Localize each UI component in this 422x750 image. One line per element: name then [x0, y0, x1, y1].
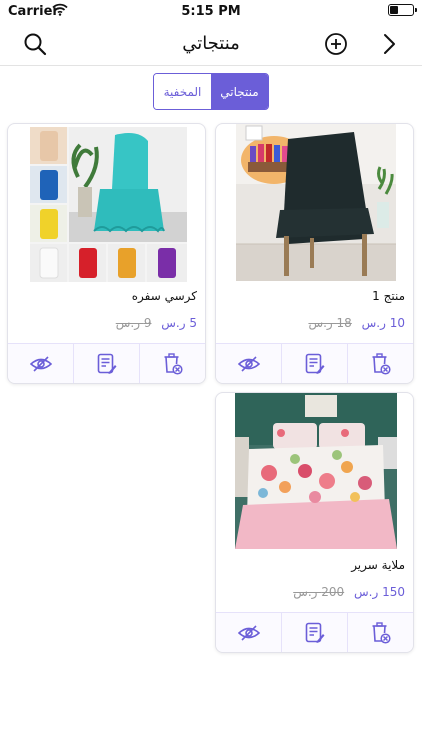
product-image-bed-sheet[interactable] — [235, 393, 397, 549]
battery-icon — [388, 4, 417, 16]
card-actions — [216, 343, 413, 383]
tab-my-products[interactable]: منتجاتي — [211, 74, 268, 109]
old-price: 18 ر.س — [308, 316, 352, 330]
product-card[interactable]: كرسي سفره 5 ر.س 9 ر.س — [7, 123, 206, 384]
delete-icon — [372, 352, 391, 375]
hide-button[interactable] — [8, 344, 73, 383]
edit-note-icon — [305, 353, 324, 374]
edit-button[interactable] — [73, 344, 139, 383]
old-price: 9 ر.س — [115, 316, 152, 330]
product-name: كرسي سفره — [131, 289, 197, 303]
edit-button[interactable] — [281, 613, 347, 652]
chevron-right-icon[interactable] — [376, 30, 404, 58]
product-price: 150 ر.س 200 ر.س — [293, 585, 405, 599]
product-price: 10 ر.س 18 ر.س — [308, 316, 405, 330]
nav-bar: منتجاتي — [0, 22, 422, 66]
delete-button[interactable] — [139, 344, 205, 383]
product-price: 5 ر.س 9 ر.س — [116, 316, 197, 330]
product-image-chair-cover[interactable] — [236, 124, 396, 281]
edit-note-icon — [305, 622, 324, 643]
card-actions — [216, 612, 413, 652]
tab-hidden-products[interactable]: المخفية — [154, 74, 211, 109]
delete-icon — [164, 352, 183, 375]
old-price: 200 ر.س — [293, 585, 345, 599]
clock: 5:15 PM — [181, 4, 241, 19]
current-price: 10 ر.س — [361, 316, 405, 330]
product-card[interactable]: ملاية سرير 150 ر.س 200 ر.س — [215, 392, 414, 653]
edit-note-icon — [97, 353, 116, 374]
current-price: 150 ر.س — [354, 585, 405, 599]
product-name: ملاية سرير — [351, 558, 405, 572]
hide-button[interactable] — [216, 613, 281, 652]
delete-icon — [372, 621, 391, 644]
edit-button[interactable] — [281, 344, 347, 383]
eye-hide-icon — [29, 355, 52, 372]
eye-hide-icon — [237, 624, 260, 641]
add-circle-icon[interactable] — [322, 30, 350, 58]
delete-button[interactable] — [347, 613, 413, 652]
product-card[interactable]: منتج 1 10 ر.س 18 ر.س — [215, 123, 414, 384]
product-image-dining-chair[interactable] — [30, 127, 187, 282]
status-bar: Carrier 5:15 PM — [0, 0, 422, 22]
card-actions — [8, 343, 205, 383]
page-title: منتجاتي — [182, 33, 240, 54]
hide-button[interactable] — [216, 344, 281, 383]
delete-button[interactable] — [347, 344, 413, 383]
product-name: منتج 1 — [372, 289, 405, 303]
eye-hide-icon — [237, 355, 260, 372]
segmented-control: المخفية منتجاتي — [153, 73, 269, 110]
current-price: 5 ر.س — [161, 316, 197, 330]
battery-fill — [390, 6, 399, 14]
